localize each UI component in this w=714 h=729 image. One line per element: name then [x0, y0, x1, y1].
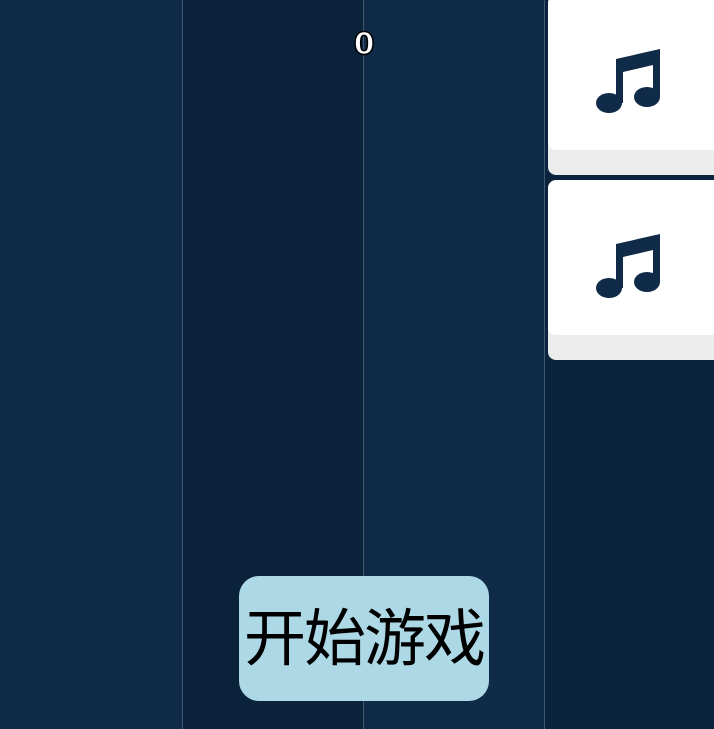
start-game-button[interactable]: 开始游戏 — [239, 576, 489, 701]
piano-tile[interactable] — [548, 180, 714, 360]
score-counter: 0 — [353, 27, 375, 62]
lane-1[interactable] — [0, 0, 182, 729]
music-note-icon — [596, 234, 660, 298]
piano-tile[interactable] — [548, 0, 714, 175]
music-note-icon — [596, 49, 660, 113]
game-board: 0 开始游戏 — [0, 0, 714, 729]
